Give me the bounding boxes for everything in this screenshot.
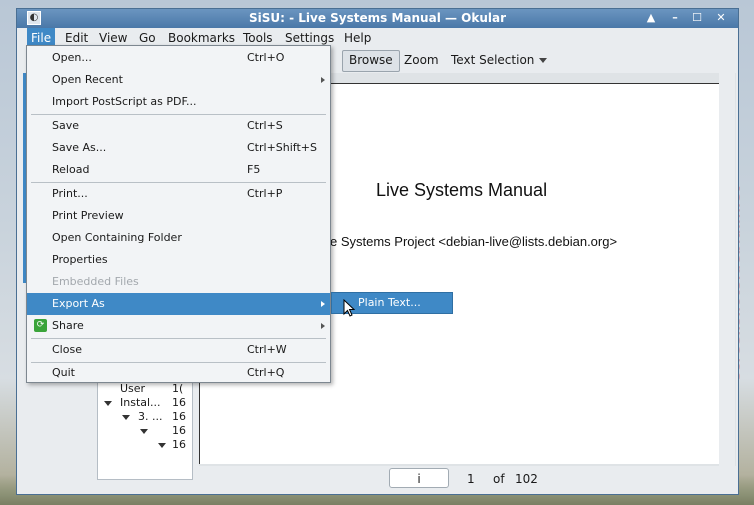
page-navigator: i 1 of 102 — [199, 467, 736, 493]
menu-item-export-as[interactable]: Export As — [27, 293, 330, 315]
total-pages: 102 — [515, 472, 538, 486]
submenu-arrow-icon — [321, 77, 325, 83]
tree-row[interactable]: 3. ... 16 — [98, 410, 192, 424]
menu-item-print[interactable]: Print... Ctrl+P — [27, 183, 330, 205]
keep-above-button[interactable]: ▲ — [641, 10, 661, 26]
menu-bookmarks[interactable]: Bookmarks — [168, 31, 235, 45]
menu-item-plain-text[interactable]: Plain Text... — [358, 296, 421, 309]
menu-item-open[interactable]: Open... Ctrl+O — [27, 47, 330, 69]
menu-help[interactable]: Help — [344, 31, 371, 45]
minimize-button[interactable]: – — [665, 10, 685, 26]
tree-row[interactable]: User 1( — [98, 382, 192, 396]
browse-tool-button[interactable]: Browse — [342, 50, 400, 72]
collapse-arrow-icon[interactable] — [158, 443, 166, 448]
collapse-arrow-icon[interactable] — [122, 415, 130, 420]
contents-tree[interactable]: User 1( Instal... 16 3. ... 16 16 16 — [97, 379, 193, 491]
menu-tools[interactable]: Tools — [243, 31, 273, 45]
menu-view[interactable]: View — [99, 31, 127, 45]
menu-item-open-recent[interactable]: Open Recent — [27, 69, 330, 91]
page-of-label: of — [493, 472, 505, 486]
menu-item-save[interactable]: Save Ctrl+S — [27, 115, 330, 137]
tree-row[interactable]: 16 — [98, 424, 192, 438]
close-button[interactable]: ✕ — [711, 10, 731, 26]
menu-settings[interactable]: Settings — [285, 31, 334, 45]
maximize-button[interactable]: ☐ — [687, 10, 707, 26]
document-author: e Systems Project <debian-live@lists.deb… — [330, 234, 618, 249]
selection-mode-dropdown-icon[interactable] — [539, 58, 547, 63]
window-title: SiSU: - Live Systems Manual — Okular — [248, 11, 507, 25]
menu-item-share[interactable]: ⟳ Share — [27, 315, 330, 337]
menu-item-open-containing-folder[interactable]: Open Containing Folder — [27, 227, 330, 249]
menu-item-import-postscript[interactable]: Import PostScript as PDF... — [27, 91, 330, 113]
menu-go[interactable]: Go — [139, 31, 156, 45]
title-bar[interactable]: ◐ SiSU: - Live Systems Manual — Okular ▲… — [17, 9, 738, 28]
tree-row[interactable]: Instal... 16 — [98, 396, 192, 410]
text-selection-tool-button[interactable]: Text Selection — [445, 50, 540, 70]
menu-item-save-as[interactable]: Save As... Ctrl+Shift+S — [27, 137, 330, 159]
menu-item-quit[interactable]: Quit Ctrl+Q — [27, 362, 330, 382]
submenu-arrow-icon — [321, 323, 325, 329]
collapse-arrow-icon[interactable] — [140, 429, 148, 434]
tree-horizontal-scrollbar[interactable] — [97, 479, 193, 492]
menu-item-print-preview[interactable]: Print Preview — [27, 205, 330, 227]
share-icon: ⟳ — [34, 319, 47, 332]
current-page-number[interactable]: 1 — [467, 472, 475, 486]
document-title: Live Systems Manual — [376, 180, 548, 200]
menu-item-properties[interactable]: Properties — [27, 249, 330, 271]
submenu-arrow-icon — [321, 301, 325, 307]
menu-item-embedded-files: Embedded Files — [52, 275, 139, 288]
menu-item-reload[interactable]: Reload F5 — [27, 159, 330, 181]
menu-item-close[interactable]: Close Ctrl+W — [27, 339, 330, 361]
menu-edit[interactable]: Edit — [65, 31, 88, 45]
mouse-pointer-icon — [343, 299, 355, 317]
collapse-arrow-icon[interactable] — [104, 401, 112, 406]
zoom-tool-button[interactable]: Zoom — [398, 50, 445, 70]
file-menu-popup: Open... Ctrl+O Open Recent Import PostScr… — [26, 45, 331, 383]
page-label-field[interactable]: i — [389, 468, 449, 488]
document-vertical-scrollbar[interactable] — [719, 73, 735, 466]
tree-row[interactable]: 16 — [98, 438, 192, 452]
